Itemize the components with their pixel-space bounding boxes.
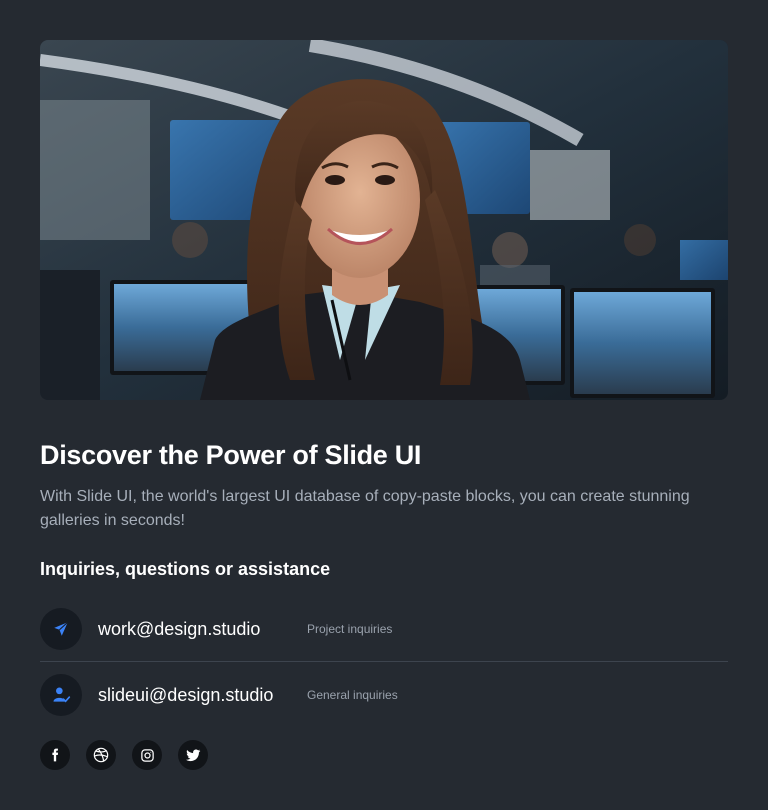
social-links — [40, 740, 208, 770]
contact-note-general: General inquiries — [307, 688, 398, 702]
general-email-link[interactable]: slideui@design.studio — [98, 685, 273, 706]
paper-plane-icon — [40, 608, 82, 650]
hero-image — [40, 40, 728, 400]
contact-card: Discover the Power of Slide UI With Slid… — [0, 0, 768, 810]
user-check-icon — [40, 674, 82, 716]
instagram-icon[interactable] — [132, 740, 162, 770]
dribbble-icon[interactable] — [86, 740, 116, 770]
contact-row-general: slideui@design.studio General inquiries — [40, 674, 728, 716]
page-description: With Slide UI, the world's largest UI da… — [40, 488, 690, 529]
work-email-link[interactable]: work@design.studio — [98, 619, 260, 640]
twitter-icon[interactable] — [178, 740, 208, 770]
contact-divider — [40, 661, 728, 662]
facebook-icon[interactable] — [40, 740, 70, 770]
inquiries-heading: Inquiries, questions or assistance — [40, 559, 331, 579]
page-title: Discover the Power of Slide UI — [40, 440, 422, 470]
contact-note-project: Project inquiries — [307, 622, 393, 636]
contact-row-work: work@design.studio Project inquiries — [40, 608, 728, 650]
